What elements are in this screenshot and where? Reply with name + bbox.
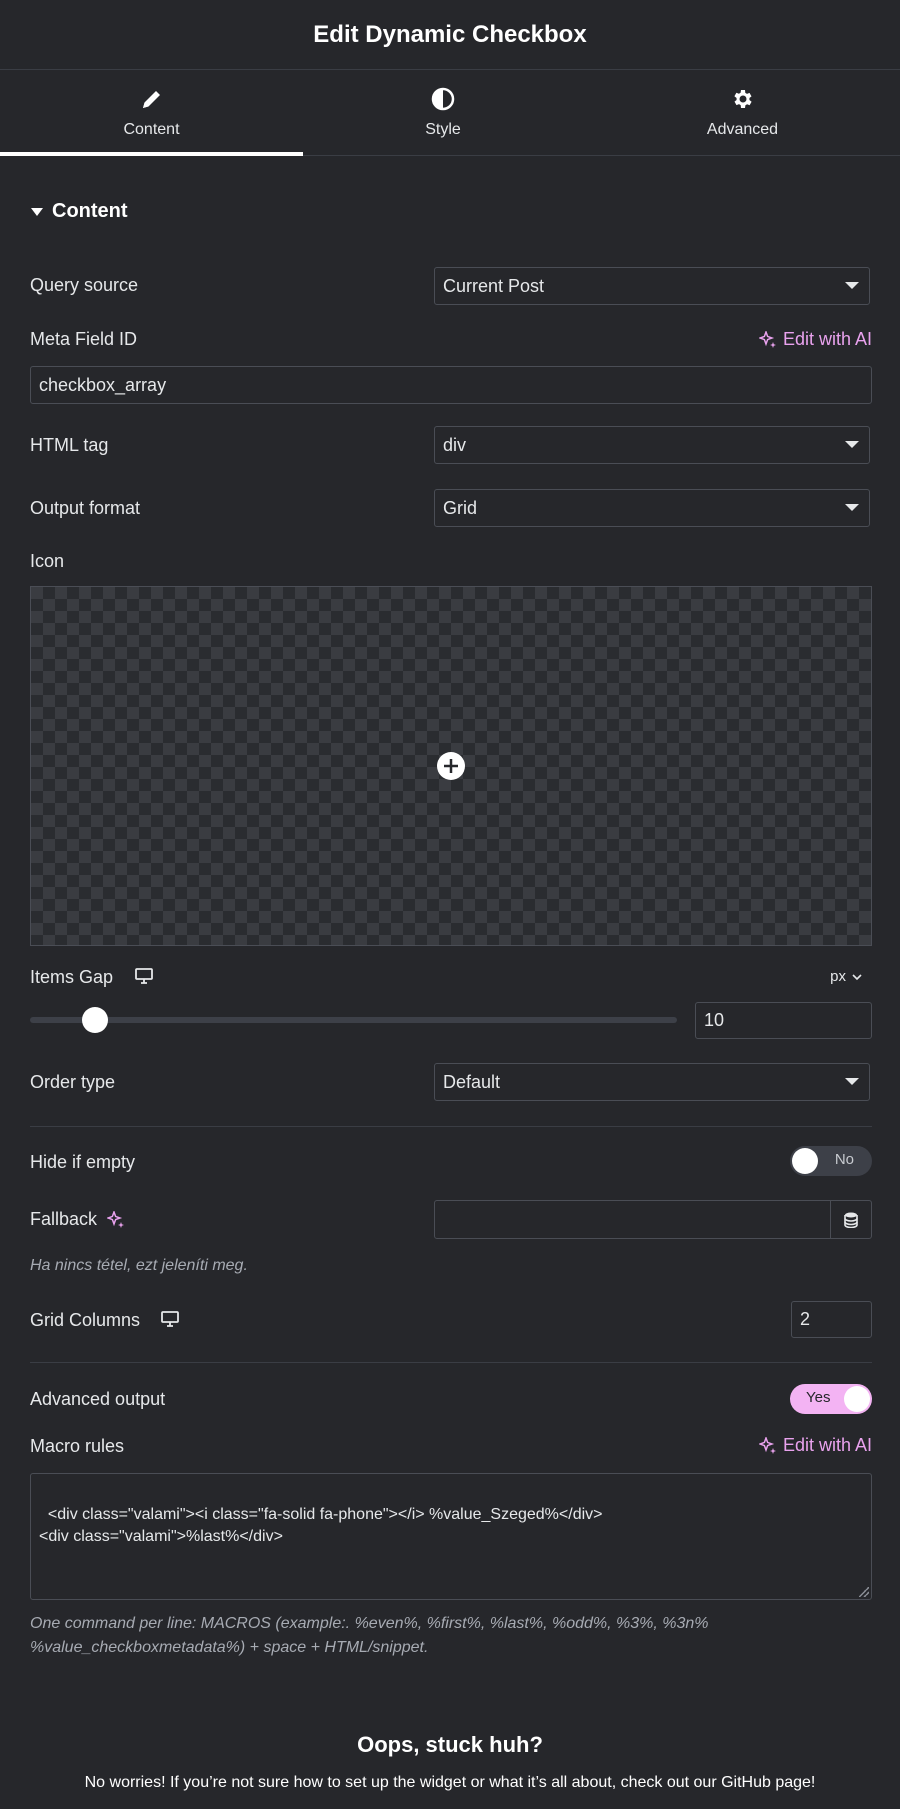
grid-columns-value: 2: [800, 1309, 811, 1329]
chevron-down-icon: [852, 973, 862, 980]
divider: [30, 1126, 872, 1127]
html-tag-label: HTML tag: [30, 435, 109, 455]
macro-rules-hint-line2: %value_checkboxmetadata%) + space + HTML…: [30, 1639, 429, 1656]
hide-if-empty-label: Hide if empty: [30, 1152, 136, 1172]
desktop-icon[interactable]: [135, 968, 153, 984]
items-gap-input[interactable]: 10: [695, 1002, 872, 1039]
html-tag-select[interactable]: div: [434, 426, 870, 464]
tab-style[interactable]: Style: [303, 70, 583, 155]
help-title: Oops, stuck huh?: [357, 1732, 543, 1757]
macro-rules-value: <div class="valami"><i class="fa-solid f…: [39, 1506, 603, 1545]
macro-rules-hint-line1: One command per line: MACROS (example:. …: [30, 1615, 709, 1632]
items-gap-slider-track[interactable]: [30, 1017, 677, 1023]
caret-down-icon: [845, 441, 859, 448]
caret-down-icon: [845, 504, 859, 511]
macro-rules-edit-with-ai-link[interactable]: Edit with AI: [758, 1435, 872, 1456]
items-gap-label: Items Gap: [30, 967, 114, 987]
help-text: No worries! If you’re not sure how to se…: [84, 1774, 816, 1791]
toggle-knob: [844, 1386, 870, 1412]
plus-icon: [437, 752, 465, 780]
hide-if-empty-state: No: [834, 1151, 854, 1168]
items-gap-unit-select[interactable]: px: [830, 968, 862, 985]
meta-field-id-label: Meta Field ID: [30, 329, 138, 349]
grid-columns-label: Grid Columns: [30, 1310, 141, 1330]
query-source-select[interactable]: Current Post: [434, 267, 870, 305]
meta-field-ai-label: Edit with AI: [782, 329, 872, 349]
pencil-icon: [142, 90, 160, 108]
dynamic-tags-button[interactable]: [830, 1200, 872, 1239]
toggle-knob: [792, 1148, 818, 1174]
tab-advanced[interactable]: Advanced: [600, 70, 885, 155]
section-title: Content: [52, 200, 128, 222]
caret-down-icon: [845, 1078, 859, 1085]
order-type-value: Default: [443, 1071, 501, 1092]
gear-icon: [733, 89, 752, 108]
grid-columns-input[interactable]: 2: [791, 1301, 872, 1338]
advanced-output-toggle[interactable]: Yes: [790, 1384, 872, 1414]
query-source-label: Query source: [30, 275, 139, 295]
macro-rules-textarea[interactable]: <div class="valami"><i class="fa-solid f…: [30, 1473, 872, 1600]
meta-field-id-value: checkbox_array: [39, 374, 167, 395]
tab-advanced-label: Advanced: [706, 120, 779, 138]
database-icon: [844, 1212, 858, 1228]
fallback-input[interactable]: [434, 1200, 831, 1239]
order-type-label: Order type: [30, 1072, 116, 1092]
fallback-label-wrap: Fallback: [30, 1209, 125, 1230]
tab-bar: Content Style Advanced: [0, 70, 900, 156]
fallback-label: Fallback: [30, 1209, 98, 1229]
items-gap-slider-handle[interactable]: [82, 1007, 109, 1033]
output-format-value: Grid: [443, 497, 478, 518]
macro-rules-label: Macro rules: [30, 1436, 125, 1456]
fallback-hint: Ha nincs tétel, ezt jeleníti meg.: [30, 1257, 248, 1274]
output-format-select[interactable]: Grid: [434, 489, 870, 527]
tab-style-label: Style: [425, 120, 461, 138]
icon-picker[interactable]: [30, 586, 872, 946]
advanced-output-label: Advanced output: [30, 1389, 166, 1409]
html-tag-value: div: [443, 434, 467, 455]
resize-handle-icon[interactable]: [859, 1587, 869, 1597]
meta-field-id-input[interactable]: checkbox_array: [30, 366, 872, 404]
panel-header: Edit Dynamic Checkbox: [0, 0, 900, 70]
divider: [30, 1362, 872, 1363]
contrast-icon: [431, 87, 455, 110]
meta-field-edit-with-ai-link[interactable]: Edit with AI: [758, 329, 872, 350]
sparkle-icon: [758, 1436, 776, 1454]
tab-content[interactable]: Content: [0, 70, 303, 156]
sparkle-icon: [758, 330, 776, 348]
macro-rules-ai-label: Edit with AI: [782, 1435, 872, 1455]
tab-content-label: Content: [123, 120, 180, 138]
advanced-output-state: Yes: [806, 1389, 831, 1406]
icon-label: Icon: [30, 551, 65, 571]
caret-down-icon: [31, 207, 43, 216]
sparkle-icon[interactable]: [107, 1210, 125, 1229]
panel-title: Edit Dynamic Checkbox: [313, 20, 587, 48]
query-source-value: Current Post: [443, 275, 545, 296]
items-gap-value: 10: [704, 1010, 725, 1030]
caret-down-icon: [845, 282, 859, 289]
output-format-label: Output format: [30, 498, 141, 518]
content-section-toggle[interactable]: Content: [30, 200, 128, 223]
hide-if-empty-toggle[interactable]: No: [790, 1146, 872, 1176]
order-type-select[interactable]: Default: [434, 1063, 870, 1101]
items-gap-unit: px: [830, 968, 846, 985]
desktop-icon[interactable]: [161, 1311, 179, 1327]
